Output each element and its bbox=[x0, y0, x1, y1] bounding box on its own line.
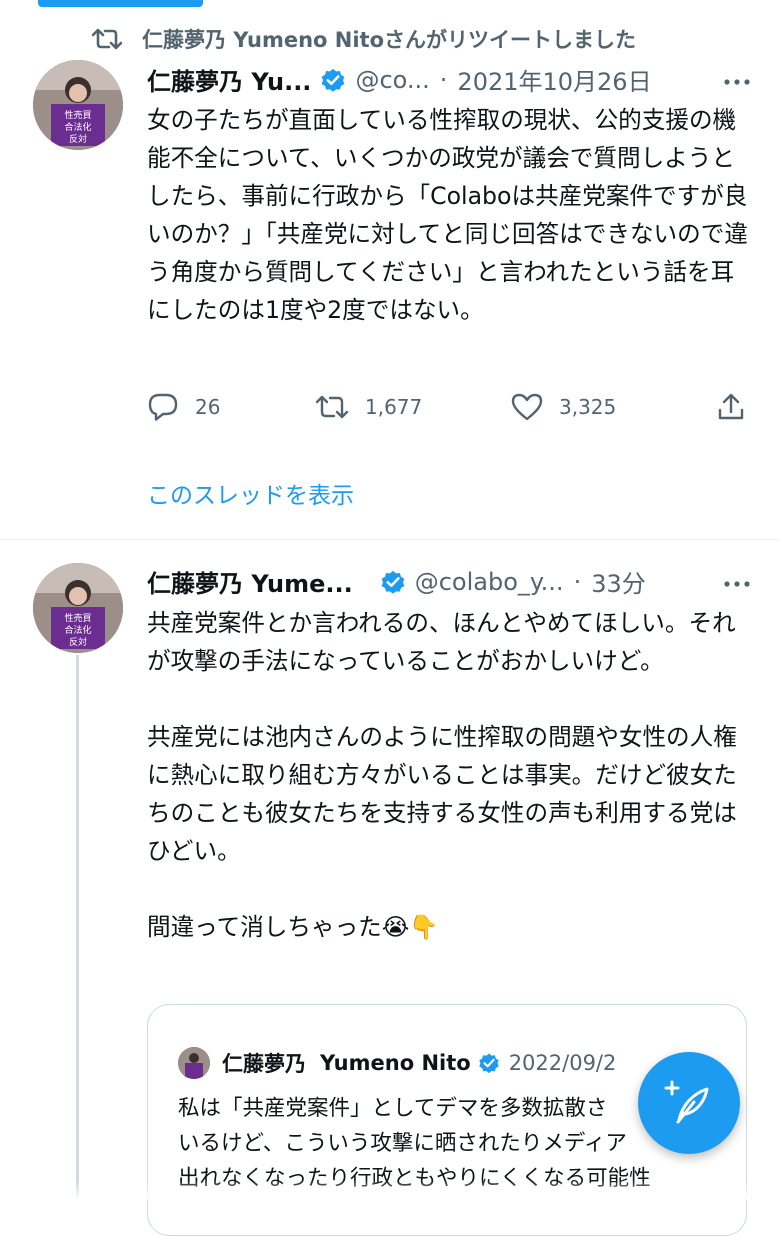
compose-tweet-button[interactable] bbox=[638, 1052, 740, 1154]
more-options-icon[interactable] bbox=[720, 72, 754, 92]
svg-text:合法化: 合法化 bbox=[64, 121, 91, 133]
tweet-header: 仁藤夢乃 Yume... @colabo_y... · 33分 bbox=[147, 564, 646, 599]
like-button[interactable]: 3,325 bbox=[511, 392, 616, 422]
quoted-timestamp: 2022/09/2 bbox=[508, 1051, 617, 1075]
quoted-display-name: 仁藤夢乃 bbox=[222, 1052, 306, 1076]
display-name[interactable]: 仁藤夢乃 Yu... bbox=[147, 62, 311, 97]
share-button[interactable] bbox=[717, 392, 761, 422]
show-thread-link[interactable]: このスレッドを表示 bbox=[147, 476, 354, 510]
svg-text:合法化: 合法化 bbox=[64, 624, 91, 636]
divider bbox=[0, 539, 779, 540]
verified-badge-icon bbox=[381, 570, 405, 594]
avatar[interactable]: 性売買 合法化 反対 bbox=[33, 563, 123, 653]
reply-button[interactable]: 26 bbox=[147, 392, 220, 422]
quoted-tweet-header: 仁藤夢乃 Yumeno Nito 2022/09/2 bbox=[178, 1047, 616, 1079]
timestamp[interactable]: 33分 bbox=[591, 564, 646, 599]
svg-text:反対: 反対 bbox=[69, 133, 87, 145]
heart-icon bbox=[511, 393, 543, 421]
svg-text:性売買: 性売買 bbox=[64, 109, 91, 121]
thread-connector bbox=[76, 655, 79, 1200]
separator-dot: · bbox=[573, 567, 582, 596]
reply-count: 26 bbox=[195, 395, 221, 419]
handle[interactable]: @co... bbox=[355, 66, 429, 94]
avatar-photo: 性売買 合法化 反対 bbox=[33, 60, 123, 150]
bottom-edge bbox=[0, 1180, 779, 1200]
avatar bbox=[178, 1047, 210, 1079]
avatar-photo: 性売買 合法化 反対 bbox=[33, 563, 123, 653]
like-count: 3,325 bbox=[559, 395, 617, 419]
retweet-banner-text: 仁藤夢乃 Yumeno Nitoさんがリツイートしました bbox=[142, 28, 636, 52]
share-icon bbox=[718, 393, 744, 420]
quoted-display-name-en: Yumeno Nito bbox=[320, 1051, 471, 1075]
svg-text:反対: 反対 bbox=[69, 636, 87, 648]
reply-icon bbox=[148, 393, 178, 421]
tweet-text: 女の子たちが直面している性搾取の現状、公的支援の機能不全について、いくつかの政党… bbox=[147, 106, 748, 324]
more-options-icon[interactable] bbox=[720, 574, 754, 594]
retweet-icon bbox=[92, 28, 122, 50]
verified-badge-icon bbox=[322, 68, 345, 92]
avatar[interactable]: 性売買 合法化 反対 bbox=[33, 60, 123, 150]
retweet-button[interactable]: 1,677 bbox=[315, 392, 422, 422]
top-scroll-indicator bbox=[38, 0, 203, 7]
retweet-icon bbox=[315, 395, 349, 419]
svg-text:性売買: 性売買 bbox=[64, 612, 91, 624]
verified-badge-icon bbox=[478, 1053, 499, 1074]
timestamp[interactable]: 2021年10月26日 bbox=[457, 62, 651, 97]
separator-dot: · bbox=[439, 65, 448, 94]
display-name[interactable]: 仁藤夢乃 Yume... bbox=[147, 564, 353, 599]
tweet-text: 共産党案件とか言われるの、ほんとやめてほしい。それが攻撃の手法になっていることが… bbox=[147, 609, 737, 941]
compose-feather-icon bbox=[664, 1080, 709, 1124]
retweet-banner[interactable]: 仁藤夢乃 Yumeno Nitoさんがリツイートしました bbox=[92, 22, 636, 56]
tweet-header: 仁藤夢乃 Yu... @co... · 2021年10月26日 bbox=[147, 62, 652, 97]
tweet-actions: 26 1,677 3,325 bbox=[147, 386, 747, 430]
retweet-count: 1,677 bbox=[365, 395, 423, 419]
handle[interactable]: @colabo_y... bbox=[415, 568, 564, 596]
